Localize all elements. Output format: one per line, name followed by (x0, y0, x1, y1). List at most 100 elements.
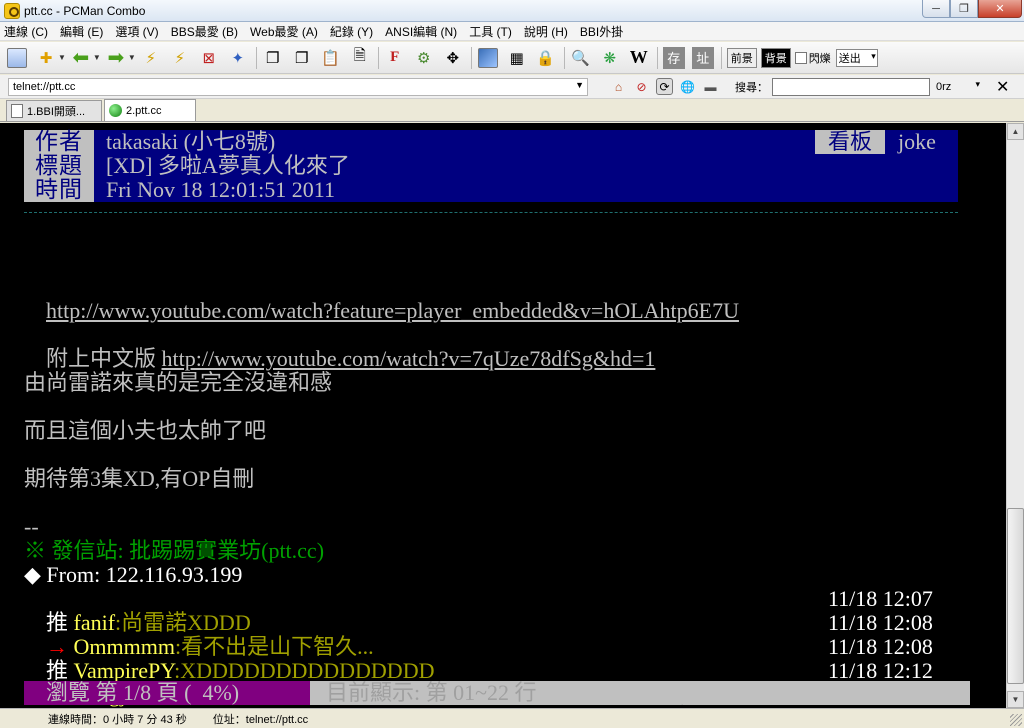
menu-bbs-favorites[interactable]: BBS最愛 (B) (171, 23, 238, 40)
copy-icon[interactable]: ❐ (262, 47, 284, 69)
lock-icon[interactable]: 🔒 (535, 47, 557, 69)
tab-bbi[interactable]: 1.BBI開頭... (6, 100, 102, 121)
search-label: 搜尋： (735, 81, 768, 94)
push-time: 11/18 12:07 (828, 586, 933, 611)
search-input[interactable] (772, 77, 930, 96)
forward-arrow-icon[interactable]: ➡ (105, 47, 127, 69)
connected-icon (109, 104, 122, 117)
article-text: 而且這個小夫也太帥了吧 (24, 418, 267, 443)
copy-with-color-icon[interactable]: ❐ (291, 47, 313, 69)
tab-bar: 1.BBI開頭... 2.ptt.cc (0, 99, 1024, 122)
time-value: Fri Nov 18 12:01:51 2011 (106, 177, 335, 202)
article-text: 由尚雷諾來真的是完全沒違和感 (24, 370, 333, 395)
new-connection-icon[interactable]: ✚ (35, 47, 57, 69)
menu-help[interactable]: 說明 (H) (524, 23, 568, 40)
menu-ansi-edit[interactable]: ANSI編輯 (N) (385, 23, 457, 40)
address-icon[interactable]: 址 (691, 46, 714, 69)
reconnect-icon[interactable]: ⚡ (140, 47, 162, 69)
toolbar-separator (377, 46, 379, 69)
blink-checkbox[interactable] (794, 51, 807, 64)
terminal-scrollbar[interactable]: ▲ ▼ (1006, 123, 1024, 708)
paste-icon[interactable]: 📋 (320, 47, 342, 69)
background-color-button[interactable]: 背景 (760, 47, 791, 68)
header-author-row: 作者 takasaki (小七8號) 看板 joke (24, 130, 958, 154)
foreground-color-button[interactable]: 前景 (726, 47, 757, 68)
chevron-down-icon[interactable]: ▼ (58, 53, 66, 62)
address-input[interactable]: telnet://ptt.cc ▼ (8, 77, 588, 96)
site-list-icon[interactable] (6, 47, 28, 69)
chevron-down-icon[interactable]: ▼ (93, 53, 101, 62)
menu-tools[interactable]: 工具 (T) (469, 23, 512, 40)
refresh-icon[interactable]: ⟳ (656, 78, 673, 95)
article-text: 期待第3集XD,有OP自刪 (24, 466, 255, 491)
author-key: 作者 (24, 130, 94, 154)
globe-icon[interactable]: 🌐 (679, 78, 696, 95)
toolbar-separator (470, 46, 472, 69)
key-hints: (y)回應(X%)推文(h)說明(←)離開 (590, 681, 970, 708)
menu-edit[interactable]: 編輯 (E) (60, 23, 103, 40)
line-range-indicator: 目前顯示: 第 01~22 行 (310, 681, 590, 705)
close-icon[interactable]: ✕ (996, 77, 1009, 97)
toolbar-separator (563, 46, 565, 69)
page-indicator: 瀏覽 第 1/8 頁 ( 4%) (24, 681, 310, 705)
menu-bar: 連線 (C) 編輯 (E) 選項 (V) BBS最愛 (B) Web最愛 (A)… (0, 22, 1024, 41)
board-key: 看板 (815, 130, 885, 154)
signature-from: ◆ From: 122.116.93.199 (24, 562, 243, 587)
tab-label: 1.BBI開頭... (27, 106, 86, 118)
title-key: 標題 (24, 154, 94, 178)
ansi-editor-icon[interactable] (477, 47, 499, 69)
save-icon[interactable]: 存 (662, 46, 685, 69)
menu-connection[interactable]: 連線 (C) (4, 23, 48, 40)
minimize-button[interactable]: ─ (922, 0, 950, 18)
scrollbar-thumb[interactable] (1007, 508, 1024, 684)
push-time: 11/18 12:12 (828, 658, 933, 683)
document-icon (11, 104, 23, 118)
reader-status-line: 瀏覽 第 1/8 頁 ( 4%) 目前顯示: 第 01~22 行 (y)回應(X… (24, 681, 970, 708)
close-button[interactable]: ✕ (978, 0, 1022, 18)
scroll-up-icon[interactable]: ▲ (1007, 123, 1024, 140)
home-icon[interactable]: ⌂ (610, 78, 627, 95)
chevron-down-icon[interactable]: ▼ (128, 53, 136, 62)
connection-time: 連線時間：0 小時 7 分 43 秒 (48, 713, 187, 726)
header-divider (24, 212, 958, 213)
font-icon[interactable]: F (384, 47, 406, 69)
tab-label: 2.ptt.cc (126, 104, 162, 117)
paste-file-icon[interactable]: 🗎 (349, 47, 371, 69)
article-text: 附上中文版 (46, 346, 162, 371)
bbs-terminal[interactable]: 作者 takasaki (小七8號) 看板 joke 標題 [XD] 多啦A夢真… (0, 123, 1006, 708)
back-arrow-icon[interactable]: ⬅ (70, 47, 92, 69)
pcman-app-icon (4, 2, 20, 19)
stop-icon[interactable]: ⊘ (633, 78, 650, 95)
status-bar: 連線時間：0 小時 7 分 43 秒 位址：telnet://ptt.cc (0, 708, 1024, 728)
menu-bbi-plugins[interactable]: BBI外掛 (580, 23, 623, 40)
youtube-link[interactable]: http://www.youtube.com/watch?v=7qUze78df… (162, 346, 656, 371)
author-value: takasaki (小七8號) (106, 129, 276, 154)
board-value: joke (898, 129, 936, 154)
menu-history[interactable]: 紀錄 (Y) (330, 23, 373, 40)
history-icon[interactable]: ▬ (702, 78, 719, 95)
signature-site: ※ 發信站: 批踢踢實業坊(ptt.cc) (24, 538, 325, 563)
settings-gear-icon[interactable]: ⚙ (413, 47, 435, 69)
youtube-link[interactable]: http://www.youtube.com/watch?feature=pla… (46, 298, 739, 323)
menu-options[interactable]: 選項 (V) (115, 23, 158, 40)
send-select[interactable]: 送出 (835, 48, 878, 67)
push-time: 11/18 12:08 (828, 610, 933, 635)
scroll-down-icon[interactable]: ▼ (1007, 691, 1024, 708)
status-address: 位址：telnet://ptt.cc (212, 713, 309, 726)
wikipedia-icon[interactable]: W (628, 47, 650, 69)
restore-button[interactable]: ❐ (950, 0, 978, 18)
fullscreen-icon[interactable]: ✥ (442, 47, 464, 69)
chevron-down-icon[interactable]: ▼ (575, 80, 584, 90)
reconnect-all-icon[interactable]: ⚡ (169, 47, 191, 69)
menu-web-favorites[interactable]: Web最愛 (A) (250, 23, 318, 40)
search-engine-select[interactable]: 0rz (934, 78, 982, 96)
resize-grip-icon[interactable] (1010, 714, 1022, 726)
flower-icon[interactable]: ❋ (599, 47, 621, 69)
search-icon[interactable]: 🔍 (570, 47, 592, 69)
toolbar-separator (720, 46, 722, 69)
add-favorite-icon[interactable]: ✦ (227, 47, 249, 69)
tab-ptt[interactable]: 2.ptt.cc (104, 99, 196, 121)
main-toolbar: ✚ ▼ ⬅ ▼ ➡ ▼ ⚡ ⚡ ⊠ ✦ ❐ ❐ 📋 🗎 F ⚙ ✥ ▦ 🔒 🔍 … (0, 42, 1024, 74)
anti-idle-icon[interactable]: ▦ (506, 47, 528, 69)
close-connection-icon[interactable]: ⊠ (198, 47, 220, 69)
